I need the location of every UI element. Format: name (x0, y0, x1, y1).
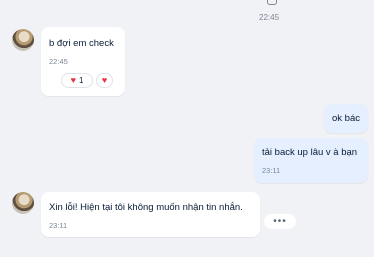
message-action-icon[interactable] (267, 0, 277, 5)
more-icon: ••• (273, 216, 287, 227)
avatar[interactable] (12, 29, 34, 51)
heart-icon: ♥ (70, 75, 76, 85)
more-options-button[interactable]: ••• (264, 214, 296, 229)
message-bubble-outgoing[interactable]: tải back up lâu v à bạn 23:11 (254, 138, 368, 183)
avatar[interactable] (12, 192, 34, 214)
message-time: 22:45 (259, 13, 280, 22)
reaction-count: 1 (78, 76, 84, 85)
message-time: 22:45 (49, 57, 68, 66)
message-text: Xin lỗi! Hiện tại tôi không muốn nhận ti… (49, 202, 243, 213)
react-button[interactable]: ♥ (96, 73, 113, 88)
message-bubble-incoming[interactable]: Xin lỗi! Hiện tại tôi không muốn nhận ti… (41, 192, 260, 237)
reactions: ♥ 1 ♥ (61, 73, 113, 88)
message-text: ok bác (332, 113, 360, 124)
message-text: tải back up lâu v à bạn (262, 147, 358, 158)
message-time: 23:11 (49, 221, 68, 230)
heart-icon: ♥ (101, 75, 108, 85)
message-bubble-outgoing[interactable]: ok bác (324, 104, 368, 133)
message-text: b đợi em check (49, 38, 114, 49)
message-time: 23:11 (262, 166, 281, 175)
reaction-heart[interactable]: ♥ 1 (61, 73, 93, 88)
